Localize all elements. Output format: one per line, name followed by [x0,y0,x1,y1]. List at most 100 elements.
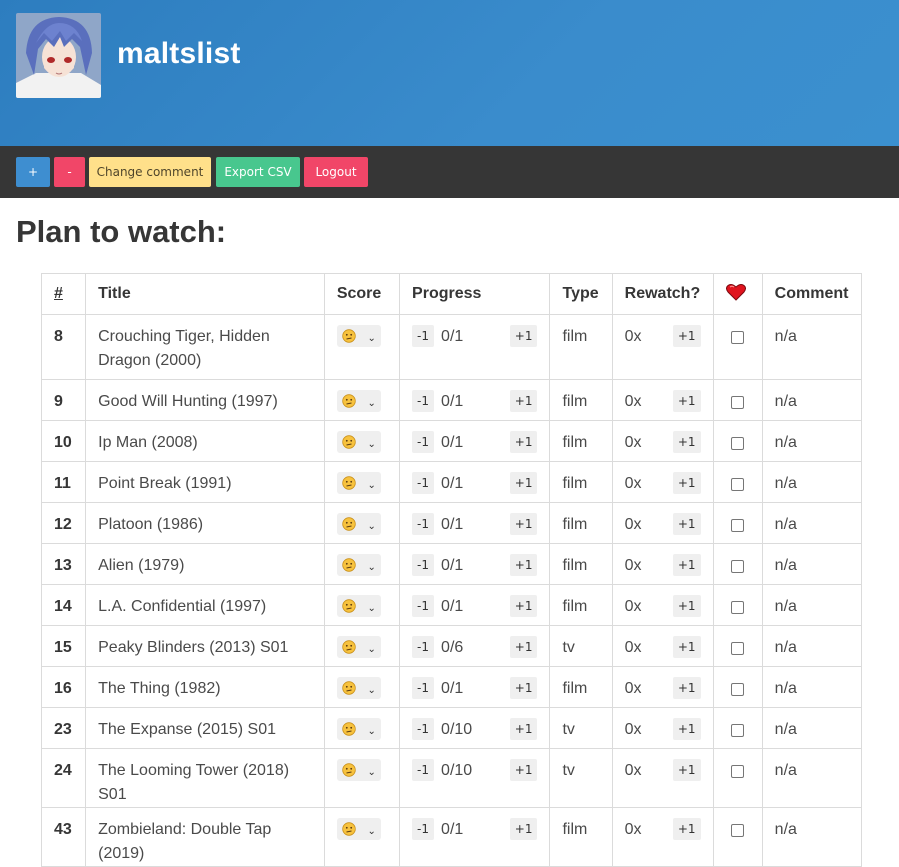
rewatch-cell: 0x +1 [611,584,714,626]
score-select[interactable]: ⌄ [336,818,381,840]
favorite-checkbox[interactable] [730,478,744,491]
favorite-checkbox[interactable] [730,824,744,837]
rewatch-increment-button[interactable]: +1 [672,595,701,617]
rewatch-increment-button[interactable]: +1 [672,718,701,740]
favorite-checkbox[interactable] [730,396,744,409]
progress-decrement-button[interactable]: -1 [412,390,435,412]
progress-decrement-button[interactable]: -1 [412,759,435,781]
header-num[interactable]: # [40,273,87,315]
toolbar: + - Change comment Export CSV Logout [0,146,899,198]
rewatch-cell: 0x +1 [611,502,714,544]
score-select[interactable]: ⌄ [336,513,381,535]
progress-decrement-button[interactable]: -1 [412,718,435,740]
rewatch-increment-button[interactable]: +1 [672,818,701,840]
confused-face-icon [342,722,356,736]
favorite-checkbox[interactable] [730,437,744,450]
chevron-down-icon: ⌄ [367,439,376,450]
favorite-checkbox[interactable] [730,560,744,573]
favorite-checkbox[interactable] [730,724,744,737]
progress-value: 0/1 [441,475,464,492]
chevron-down-icon: ⌄ [367,644,376,655]
remove-button[interactable]: - [54,157,85,187]
logout-button[interactable]: Logout [304,157,368,187]
rewatch-count: 0x [624,475,642,492]
table-row: 24 The Looming Tower (2018) S01 ⌄ -1 0/10 +1 t… [40,748,863,808]
progress-increment-button[interactable]: +1 [509,636,538,658]
row-type: film [549,807,613,867]
favorite-checkbox[interactable] [730,519,744,532]
progress-increment-button[interactable]: +1 [509,431,538,453]
progress-decrement-button[interactable]: -1 [412,513,435,535]
heart-icon [725,283,746,301]
score-select[interactable]: ⌄ [336,554,381,576]
rewatch-cell: 0x +1 [611,666,714,708]
row-number: 43 [40,807,87,867]
rewatch-increment-button[interactable]: +1 [672,759,701,781]
favorite-checkbox[interactable] [730,683,744,696]
confused-face-icon [342,681,356,695]
add-button[interactable]: + [16,157,50,187]
progress-increment-button[interactable]: +1 [509,718,538,740]
progress-increment-button[interactable]: +1 [509,759,538,781]
rewatch-increment-button[interactable]: +1 [672,472,701,494]
export-csv-button[interactable]: Export CSV [216,157,300,187]
progress-decrement-button[interactable]: -1 [412,431,435,453]
row-type: film [549,502,613,544]
score-select[interactable]: ⌄ [336,472,381,494]
rewatch-increment-button[interactable]: +1 [672,390,701,412]
progress-increment-button[interactable]: +1 [509,818,538,840]
progress-decrement-button[interactable]: -1 [412,554,435,576]
score-select[interactable]: ⌄ [336,677,381,699]
rewatch-increment-button[interactable]: +1 [672,677,701,699]
progress-increment-button[interactable]: +1 [509,513,538,535]
confused-face-icon [342,822,356,836]
score-select[interactable]: ⌄ [336,595,381,617]
favorite-checkbox[interactable] [730,331,744,344]
row-type: tv [549,707,613,749]
change-comment-button[interactable]: Change comment [89,157,211,187]
progress-decrement-button[interactable]: -1 [412,636,435,658]
progress-increment-button[interactable]: +1 [509,677,538,699]
rewatch-increment-button[interactable]: +1 [672,325,701,347]
rewatch-cell: 0x +1 [611,420,714,462]
progress-increment-button[interactable]: +1 [509,554,538,576]
favorite-cell [712,748,763,808]
score-select[interactable]: ⌄ [336,759,381,781]
rewatch-increment-button[interactable]: +1 [672,431,701,453]
rewatch-increment-button[interactable]: +1 [672,513,701,535]
chevron-down-icon: ⌄ [367,767,376,778]
table-row: 13 Alien (1979) ⌄ -1 0/1 +1 film 0x +1 n/a [40,543,863,585]
score-select[interactable]: ⌄ [336,390,381,412]
row-type: film [549,420,613,462]
progress-increment-button[interactable]: +1 [509,595,538,617]
progress-increment-button[interactable]: +1 [509,472,538,494]
progress-decrement-button[interactable]: -1 [412,677,435,699]
rewatch-cell: 0x +1 [611,314,714,380]
progress-decrement-button[interactable]: -1 [412,818,435,840]
progress-cell: -1 0/1 +1 [399,666,551,708]
progress-decrement-button[interactable]: -1 [412,595,435,617]
progress-decrement-button[interactable]: -1 [412,325,435,347]
progress-cell: -1 0/1 +1 [399,807,551,867]
rewatch-increment-button[interactable]: +1 [672,554,701,576]
favorite-cell [712,502,763,544]
score-cell: ⌄ [323,420,401,462]
rewatch-increment-button[interactable]: +1 [672,636,701,658]
confused-face-icon [342,640,356,654]
score-select[interactable]: ⌄ [336,325,381,347]
progress-decrement-button[interactable]: -1 [412,472,435,494]
favorite-checkbox[interactable] [730,765,744,778]
rewatch-cell: 0x +1 [611,707,714,749]
row-type: film [549,379,613,421]
progress-increment-button[interactable]: +1 [509,325,538,347]
progress-increment-button[interactable]: +1 [509,390,538,412]
score-select[interactable]: ⌄ [336,718,381,740]
favorite-cell [712,543,763,585]
chevron-down-icon: ⌄ [367,562,376,573]
score-select[interactable]: ⌄ [336,431,381,453]
favorite-cell [712,807,763,867]
favorite-checkbox[interactable] [730,601,744,614]
score-select[interactable]: ⌄ [336,636,381,658]
chevron-down-icon: ⌄ [367,333,376,344]
favorite-checkbox[interactable] [730,642,744,655]
